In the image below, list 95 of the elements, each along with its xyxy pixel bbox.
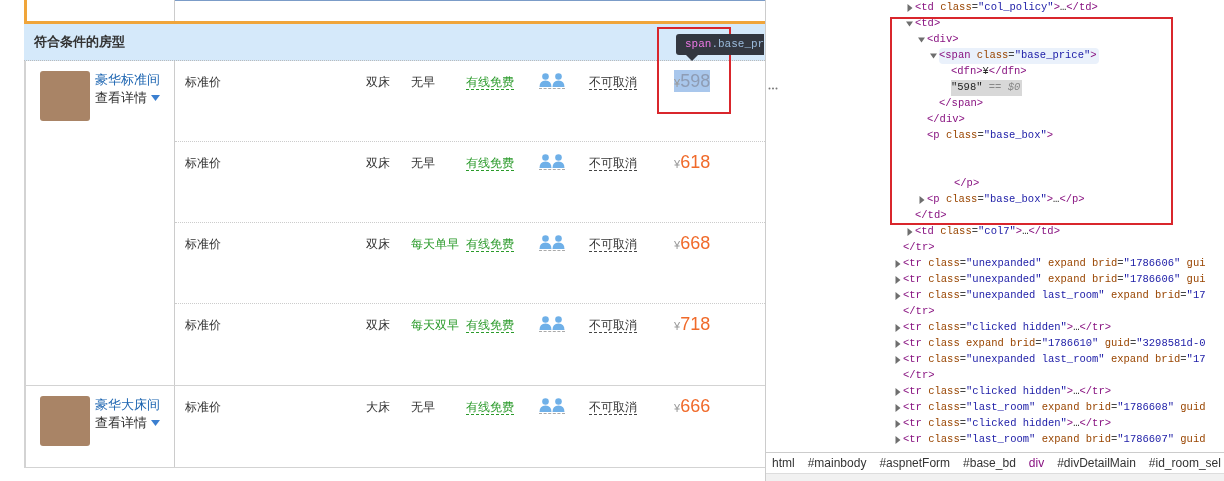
wifi-info[interactable]: 有线免费	[466, 400, 514, 415]
collapsed-arrow-icon[interactable]	[894, 292, 902, 300]
bed-type: 双床	[366, 317, 391, 334]
breakfast-info: 无早	[411, 400, 435, 414]
code-line[interactable]: <tr class="last_room" expand brid="1786607" guid	[903, 432, 1206, 448]
expanded-arrow-icon[interactable]	[918, 36, 926, 44]
collapsed-arrow-icon[interactable]	[894, 324, 902, 332]
code-line[interactable]: <td>	[915, 16, 941, 32]
caret-icon	[151, 95, 160, 101]
wifi-info[interactable]: 有线免费	[466, 75, 514, 90]
cancel-policy[interactable]: 不可取消	[589, 156, 637, 171]
price: ¥668	[674, 232, 711, 254]
collapsed-arrow-icon[interactable]	[894, 356, 902, 364]
code-line[interactable]: <td class="col_policy">…</td>	[915, 0, 1098, 16]
breakfast-info: 无早	[411, 75, 435, 89]
price: ¥718	[674, 313, 711, 335]
two-persons-icon	[539, 73, 565, 89]
bed-type: 大床	[366, 399, 391, 416]
breadcrumb-item[interactable]: #base_bd	[963, 454, 1016, 472]
collapsed-arrow-icon[interactable]	[894, 340, 902, 348]
code-line[interactable]: <div>	[927, 32, 959, 48]
rate-plan: 标准价	[185, 317, 222, 334]
code-line[interactable]: </tr>	[903, 240, 935, 256]
collapsed-arrow-icon[interactable]	[918, 196, 926, 204]
code-line[interactable]: <tr class="clicked hidden">…</tr>	[903, 320, 1111, 336]
rate-plan: 标准价	[185, 236, 222, 253]
collapsed-arrow-icon[interactable]	[894, 260, 902, 268]
expanded-arrow-icon[interactable]	[906, 20, 914, 28]
photo-placeholder	[40, 71, 90, 121]
breadcrumb-item[interactable]: #id_room_sel	[1148, 454, 1221, 472]
breadcrumb-item[interactable]: #divDetailMain	[1057, 454, 1136, 472]
code-line[interactable]: <td class="col7">…</td>	[915, 224, 1060, 240]
code-line[interactable]: </span>	[939, 96, 984, 112]
two-persons-icon	[539, 154, 565, 170]
bed-type: 双床	[366, 74, 391, 91]
cancel-policy[interactable]: 不可取消	[589, 237, 637, 252]
code-line[interactable]: <p class="base_box">…</p>	[927, 192, 1085, 208]
wifi-info[interactable]: 有线免费	[466, 237, 514, 252]
collapsed-arrow-icon[interactable]	[894, 276, 902, 284]
cancel-policy[interactable]: 不可取消	[589, 75, 637, 90]
rate-plan: 标准价	[185, 74, 222, 91]
section-title: 符合条件的房型	[34, 33, 125, 52]
price: ¥598	[674, 70, 711, 92]
code-line[interactable]: </td>	[915, 208, 947, 224]
breadcrumb-item[interactable]: #mainbody	[807, 454, 867, 472]
rate-plan: 标准价	[185, 155, 222, 172]
code-line[interactable]: <dfn>¥</dfn>	[951, 64, 1027, 80]
room-name-link[interactable]: 豪华标准间	[95, 71, 160, 89]
breakfast-info: 每天单早	[411, 237, 459, 251]
code-line[interactable]: <p class="base_box">	[927, 128, 1054, 144]
collapsed-arrow-icon[interactable]	[906, 4, 914, 12]
code-line[interactable]: <tr class="unexpanded" expand brid="1786606" gui	[903, 272, 1206, 288]
code-line[interactable]: <tr class="last_room" expand brid="1786608" guid	[903, 400, 1206, 416]
code-line[interactable]: <tr class="unexpanded last_room" expand brid="17	[903, 288, 1206, 304]
more-icon[interactable]	[768, 87, 778, 90]
breakfast-info: 每天双早	[411, 318, 459, 332]
inspect-tooltip: span.base_pr	[676, 34, 765, 55]
rate-plan: 标准价	[185, 399, 222, 416]
collapsed-arrow-icon[interactable]	[894, 404, 902, 412]
collapsed-arrow-icon[interactable]	[906, 228, 914, 236]
collapsed-arrow-icon[interactable]	[894, 420, 902, 428]
code-line[interactable]: <tr class="clicked hidden">…</tr>	[903, 384, 1111, 400]
room-name-link[interactable]: 豪华大床间	[95, 396, 160, 414]
tooltip-pointer	[686, 55, 698, 61]
code-line[interactable]: <tr class="unexpanded" expand brid="1786606" gui	[903, 256, 1206, 272]
expanded-arrow-icon[interactable]	[930, 52, 938, 60]
price: ¥666	[674, 395, 711, 417]
code-line[interactable]: </tr>	[903, 368, 935, 384]
code-line[interactable]: </div>	[927, 112, 965, 128]
details-toggle[interactable]: 查看详情	[95, 89, 160, 107]
wifi-info[interactable]: 有线免费	[466, 156, 514, 171]
cancel-policy[interactable]: 不可取消	[589, 400, 637, 415]
two-persons-icon	[539, 235, 565, 251]
bed-type: 双床	[366, 236, 391, 253]
code-line[interactable]: <tr class expand brid="1786610" guid="3298581d-0	[903, 336, 1206, 352]
code-line[interactable]: <tr class="unexpanded last_room" expand brid="17	[903, 352, 1206, 368]
two-persons-icon	[539, 316, 565, 332]
two-persons-icon	[539, 398, 565, 414]
collapsed-arrow-icon[interactable]	[894, 436, 902, 444]
details-toggle[interactable]: 查看详情	[95, 414, 160, 432]
photo-placeholder	[40, 396, 90, 446]
code-line[interactable]: </tr>	[903, 304, 935, 320]
code-line[interactable]: </p>	[954, 176, 980, 192]
breadcrumb-item[interactable]: #aspnetForm	[879, 454, 951, 472]
wifi-info[interactable]: 有线免费	[466, 318, 514, 333]
breadcrumb-item[interactable]: div	[1028, 454, 1045, 472]
bed-type: 双床	[366, 155, 391, 172]
code-line[interactable]: <span class="base_price">	[939, 48, 1099, 64]
code-line[interactable]: <tr class="clicked hidden">…</tr>	[903, 416, 1111, 432]
price: ¥618	[674, 151, 711, 173]
breakfast-info: 无早	[411, 156, 435, 170]
caret-icon	[151, 420, 160, 426]
breadcrumb-item[interactable]: html	[772, 454, 795, 472]
collapsed-arrow-icon[interactable]	[894, 388, 902, 396]
cancel-policy[interactable]: 不可取消	[589, 318, 637, 333]
